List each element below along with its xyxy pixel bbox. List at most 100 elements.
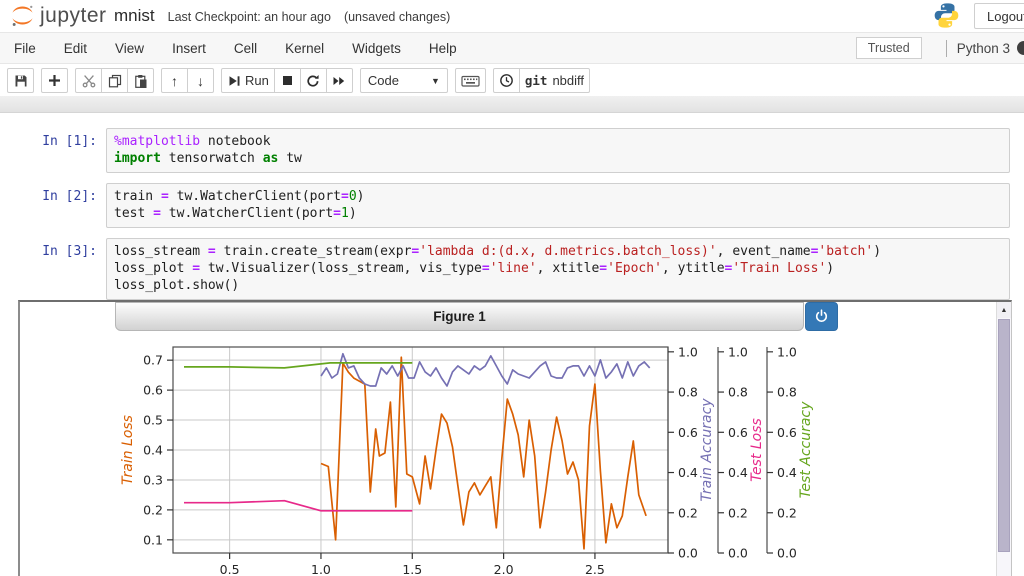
- scissors-icon: [82, 74, 96, 88]
- clock-button[interactable]: [493, 68, 520, 93]
- arrow-down-icon: ↓: [197, 74, 204, 88]
- menu-view[interactable]: View: [101, 34, 158, 63]
- menu-file[interactable]: File: [0, 34, 50, 63]
- trusted-badge[interactable]: Trusted: [856, 37, 922, 59]
- interrupt-kernel-button[interactable]: [274, 68, 301, 93]
- paste-cells-button[interactable]: [127, 68, 154, 93]
- output-scrollbar[interactable]: ▲: [996, 302, 1011, 576]
- command-palette-button[interactable]: [455, 68, 486, 93]
- right-axis-title: Test Accuracy: [798, 401, 814, 499]
- refresh-icon: [306, 74, 320, 88]
- left-axis-tick-label: 0.6: [143, 383, 163, 398]
- right-axis-tick-label: 0.6: [777, 425, 797, 440]
- right-axis-tick-label: 0.8: [728, 385, 748, 400]
- copy-icon: [108, 74, 122, 88]
- save-icon: [14, 74, 28, 88]
- figure-canvas[interactable]: 0.10.20.30.40.50.60.70.51.01.52.02.5Trai…: [20, 331, 995, 576]
- notebook-cells: In [1]:%matplotlib notebook import tenso…: [0, 128, 1010, 310]
- nbdiff-label: nbdiff: [552, 73, 584, 88]
- kernel-indicator-icon: [1017, 41, 1024, 55]
- chart-line-test_accuracy: [184, 363, 412, 368]
- save-button[interactable]: [7, 68, 34, 93]
- left-axis-tick-label: 0.1: [143, 532, 163, 547]
- cell-input[interactable]: %matplotlib notebook import tensorwatch …: [106, 128, 1010, 173]
- cell-prompt: In [3]:: [0, 238, 106, 300]
- menu-kernel[interactable]: Kernel: [271, 34, 338, 63]
- code-cell[interactable]: In [1]:%matplotlib notebook import tenso…: [0, 128, 1010, 173]
- menu-widgets[interactable]: Widgets: [338, 34, 415, 63]
- checkpoint-status: Last Checkpoint: an hour ago: [168, 10, 331, 24]
- menu-insert[interactable]: Insert: [158, 34, 220, 63]
- cell-type-value: Code: [368, 73, 399, 88]
- right-axis-tick-label: 0.0: [777, 546, 797, 561]
- run-label: Run: [245, 73, 269, 88]
- caret-down-icon: ▼: [431, 76, 440, 86]
- jupyter-notebook-window: jupyter mnist Last Checkpoint: an hour a…: [0, 0, 1024, 576]
- figure-title[interactable]: Figure 1: [115, 302, 804, 331]
- menu-help[interactable]: Help: [415, 34, 471, 63]
- toolbar: ↑ ↓ Run Code ▼: [0, 65, 1024, 96]
- left-axis-title: Train Loss: [120, 415, 136, 485]
- header-shadow-strip: [0, 96, 1024, 113]
- menubar-right: Trusted Python 3: [856, 33, 1024, 63]
- figure-close-power-button[interactable]: [805, 302, 838, 331]
- chart-line-train_accuracy: [321, 354, 650, 386]
- keyboard-icon: [461, 74, 480, 88]
- code-cell[interactable]: In [2]:train = tw.WatcherClient(port=0) …: [0, 183, 1010, 228]
- right-axis-title: Train Accuracy: [699, 398, 715, 502]
- scrollbar-up-arrow[interactable]: ▲: [997, 302, 1011, 318]
- x-axis-tick-label: 2.0: [494, 562, 514, 576]
- cut-cells-button[interactable]: [75, 68, 102, 93]
- right-axis-tick-label: 0.4: [777, 465, 797, 480]
- git-nbdiff-button[interactable]: git nbdiff: [519, 68, 590, 93]
- cell-prompt: In [2]:: [0, 183, 106, 228]
- left-axis-tick-label: 0.4: [143, 443, 163, 458]
- plus-icon: [48, 74, 61, 87]
- x-axis-tick-label: 2.5: [585, 562, 605, 576]
- title-area: mnist Last Checkpoint: an hour ago (unsa…: [114, 6, 450, 26]
- menu-cell[interactable]: Cell: [220, 34, 271, 63]
- cell-input[interactable]: loss_stream = train.create_stream(expr='…: [106, 238, 1010, 300]
- app-name: jupyter: [40, 4, 107, 28]
- right-axis-tick-label: 0.8: [777, 385, 797, 400]
- right-axis-tick-label: 0.2: [678, 505, 698, 520]
- right-axis-tick-label: 0.4: [678, 465, 698, 480]
- right-axis-tick-label: 0.4: [728, 465, 748, 480]
- right-axis-tick-label: 0.6: [678, 425, 698, 440]
- copy-cells-button[interactable]: [101, 68, 128, 93]
- python-logo-icon: [933, 2, 960, 29]
- right-axis-tick-label: 0.6: [728, 425, 748, 440]
- right-axis-tick-label: 0.0: [728, 546, 748, 561]
- jupyter-logo[interactable]: jupyter: [10, 3, 107, 28]
- move-cell-down-button[interactable]: ↓: [187, 68, 214, 93]
- right-axis-tick-label: 0.2: [777, 505, 797, 520]
- x-axis-tick-label: 0.5: [220, 562, 240, 576]
- git-icon: git: [525, 73, 548, 88]
- chart-line-test_loss: [184, 501, 412, 511]
- code-cell[interactable]: In [3]:loss_stream = train.create_stream…: [0, 238, 1010, 300]
- left-axis-tick-label: 0.3: [143, 472, 163, 487]
- logout-button[interactable]: Logout: [974, 3, 1024, 29]
- run-button[interactable]: Run: [221, 68, 275, 93]
- right-axis-tick-label: 1.0: [777, 344, 797, 359]
- x-axis-tick-label: 1.0: [311, 562, 331, 576]
- notebook-title[interactable]: mnist: [114, 6, 155, 26]
- restart-run-all-button[interactable]: [326, 68, 353, 93]
- power-icon: [814, 309, 829, 324]
- clock-icon: [499, 73, 514, 88]
- figure-output-area: Figure 1 0.10.20.30.40.50.60.70.51.01.52…: [18, 300, 1012, 576]
- left-axis-tick-label: 0.2: [143, 502, 163, 517]
- menu-edit[interactable]: Edit: [50, 34, 101, 63]
- scrollbar-thumb[interactable]: [998, 319, 1010, 552]
- kernel-separator: [946, 40, 947, 57]
- right-axis-title: Test Loss: [749, 418, 765, 482]
- cell-type-select[interactable]: Code ▼: [360, 68, 448, 93]
- insert-cell-below-button[interactable]: [41, 68, 68, 93]
- move-cell-up-button[interactable]: ↑: [161, 68, 188, 93]
- figure-titlebar: Figure 1: [115, 302, 838, 331]
- restart-kernel-button[interactable]: [300, 68, 327, 93]
- right-axis-tick-label: 1.0: [678, 344, 698, 359]
- cell-input[interactable]: train = tw.WatcherClient(port=0) test = …: [106, 183, 1010, 228]
- fast-forward-icon: [332, 74, 346, 88]
- stop-icon: [281, 74, 294, 87]
